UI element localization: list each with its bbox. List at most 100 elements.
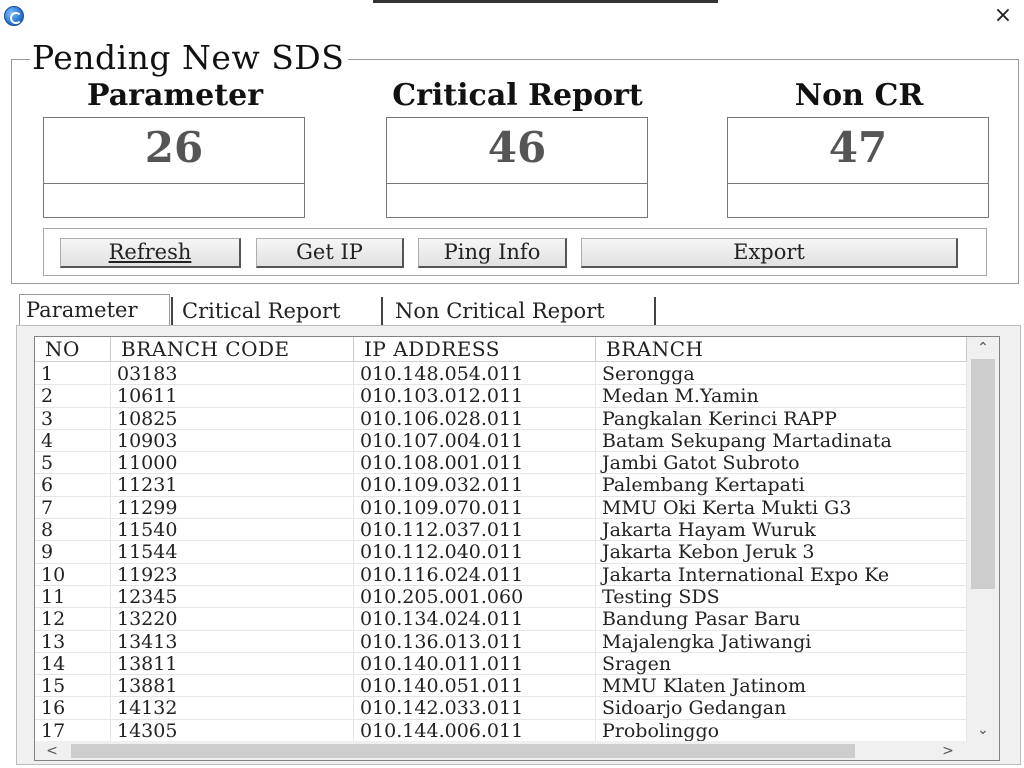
close-button[interactable]: ×: [988, 3, 1018, 29]
row-branch-code-cell: 10825: [111, 407, 354, 430]
row-ip-address-cell: 010.103.012.011: [354, 385, 596, 408]
stat-value-parameter: 26: [144, 123, 204, 172]
refresh-button-label: Refresh: [108, 240, 192, 264]
branch-data-grid[interactable]: NO BRANCH CODE IP ADDRESS BRANCH 1 03183 0…: [34, 336, 1000, 761]
row-branch-code-cell: 14132: [111, 697, 354, 720]
row-branch-code-cell: 11544: [111, 541, 354, 564]
title-bar: ×: [0, 0, 1024, 32]
row-ip-address-cell: 010.136.013.011: [354, 630, 596, 653]
row-ip-address-cell: 010.148.054.011: [354, 363, 596, 385]
table-row[interactable]: 1 03183 010.148.054.011 Serongga: [35, 363, 967, 386]
stat-value-critical-report: 46: [487, 123, 547, 172]
table-row[interactable]: 14 13811 010.140.011.011 Sragen: [35, 652, 967, 676]
row-branch-code-cell: 13413: [111, 630, 354, 653]
row-no-cell: 16: [35, 697, 111, 720]
row-ip-address-cell: 010.106.028.011: [354, 407, 596, 430]
table-row[interactable]: 4 10903 010.107.004.011 Batam Sekupang Mart…: [35, 429, 967, 453]
table-row[interactable]: 8 11540 010.112.037.011 Jakarta Hayam Wuruk: [35, 519, 967, 542]
stat-label-critical-report: Critical Report: [392, 78, 643, 113]
table-row[interactable]: 6 11231 010.109.032.011 Palembang Kertapati: [35, 474, 967, 497]
tab-non-critical-report[interactable]: Non Critical Report: [389, 296, 653, 326]
stat-value-non-cr: 47: [828, 123, 888, 172]
table-row[interactable]: 2 10611 010.103.012.011 Medan M.Yamin: [35, 385, 967, 408]
row-ip-address-cell: 010.134.024.011: [354, 608, 596, 631]
table-row[interactable]: 12 13220 010.134.024.011 Bandung Pasar Baru: [35, 608, 967, 631]
row-no-cell: 8: [35, 519, 111, 542]
table-row[interactable]: 16 14132 010.142.033.011 Sidoarjo Gedangan: [35, 697, 967, 720]
title-accent-bar: [373, 0, 718, 3]
row-branch-code-cell: 14305: [111, 719, 354, 742]
horizontal-scrollbar[interactable]: < >: [35, 741, 967, 760]
scroll-left-arrow-icon[interactable]: <: [37, 741, 67, 760]
row-branch-code-cell: 11540: [111, 519, 354, 542]
table-row[interactable]: 9 11544 010.112.040.011 Jakarta Kebon Jeruk…: [35, 541, 967, 564]
vertical-scrollbar[interactable]: ⌃ ⌄: [967, 337, 999, 741]
row-no-cell: 14: [35, 652, 111, 675]
get-ip-button[interactable]: Get IP: [256, 238, 404, 268]
table-row[interactable]: 15 13881 010.140.051.011 MMU Klaten Jatinom: [35, 675, 967, 698]
column-header-branch[interactable]: BRANCH: [596, 337, 967, 362]
row-ip-address-cell: 010.107.004.011: [354, 429, 596, 452]
tab-critical-report[interactable]: Critical Report: [176, 296, 380, 326]
stat-divider: [728, 183, 988, 184]
row-no-cell: 1: [35, 363, 111, 385]
stat-label-parameter: Parameter: [86, 78, 263, 113]
table-row[interactable]: 17 14305 010.144.006.011 Probolinggo: [35, 719, 967, 743]
tab-separator: [171, 297, 173, 325]
scroll-up-arrow-icon[interactable]: ⌃: [967, 337, 999, 359]
row-no-cell: 15: [35, 675, 111, 698]
row-branch-cell: Sragen: [596, 652, 967, 675]
stat-box-parameter: 26: [43, 117, 305, 218]
row-no-cell: 12: [35, 608, 111, 631]
scroll-right-arrow-icon[interactable]: >: [933, 741, 963, 760]
stat-label-non-cr: Non CR: [794, 78, 924, 113]
row-branch-code-cell: 13811: [111, 652, 354, 675]
refresh-button[interactable]: Refresh: [60, 238, 241, 268]
row-branch-code-cell: 13220: [111, 608, 354, 631]
row-branch-code-cell: 03183: [111, 363, 354, 385]
table-row[interactable]: 13 13413 010.136.013.011 Majalengka Jatiwan…: [35, 630, 967, 653]
tab-parameter[interactable]: Parameter: [19, 294, 170, 326]
row-branch-code-cell: 10903: [111, 429, 354, 452]
row-branch-cell: Majalengka Jatiwangi: [596, 630, 967, 653]
row-ip-address-cell: 010.144.006.011: [354, 719, 596, 742]
ping-info-button[interactable]: Ping Info: [418, 238, 567, 268]
table-row[interactable]: 10 11923 010.116.024.011 Jakarta Internatio…: [35, 563, 967, 586]
row-ip-address-cell: 010.140.011.011: [354, 652, 596, 675]
row-no-cell: 4: [35, 429, 111, 452]
vertical-scroll-thumb[interactable]: [971, 359, 995, 589]
row-branch-cell: Jambi Gatot Subroto: [596, 452, 967, 475]
table-row[interactable]: 3 10825 010.106.028.011 Pangkalan Kerinci R…: [35, 407, 967, 430]
stat-divider: [387, 183, 647, 184]
app-icon: [4, 6, 24, 26]
row-no-cell: 3: [35, 407, 111, 430]
row-ip-address-cell: 010.109.032.011: [354, 474, 596, 497]
export-button[interactable]: Export: [581, 238, 958, 268]
tab-separator: [381, 297, 383, 325]
column-header-ip-address[interactable]: IP ADDRESS: [354, 337, 596, 362]
row-branch-cell: Palembang Kertapati: [596, 474, 967, 497]
table-row[interactable]: 11 12345 010.205.001.060 Testing SDS: [35, 585, 967, 609]
column-header-no[interactable]: NO: [35, 337, 111, 362]
row-ip-address-cell: 010.142.033.011: [354, 697, 596, 720]
stat-box-critical-report: 46: [386, 117, 648, 218]
row-ip-address-cell: 010.109.070.011: [354, 496, 596, 519]
row-ip-address-cell: 010.205.001.060: [354, 585, 596, 608]
row-no-cell: 17: [35, 719, 111, 742]
horizontal-scroll-thumb[interactable]: [71, 744, 855, 758]
row-ip-address-cell: 010.112.037.011: [354, 519, 596, 542]
table-row[interactable]: 7 11299 010.109.070.011 MMU Oki Kerta Mukti…: [35, 496, 967, 520]
row-branch-code-cell: 12345: [111, 585, 354, 608]
row-no-cell: 11: [35, 585, 111, 608]
row-ip-address-cell: 010.116.024.011: [354, 563, 596, 586]
row-branch-cell: Testing SDS: [596, 585, 967, 608]
column-header-branch-code[interactable]: BRANCH CODE: [111, 337, 354, 362]
row-no-cell: 10: [35, 563, 111, 586]
row-branch-cell: MMU Klaten Jatinom: [596, 675, 967, 698]
table-row[interactable]: 5 11000 010.108.001.011 Jambi Gatot Subroto: [35, 452, 967, 475]
row-branch-code-cell: 11000: [111, 452, 354, 475]
row-branch-cell: MMU Oki Kerta Mukti G3: [596, 496, 967, 519]
scroll-down-arrow-icon[interactable]: ⌄: [967, 719, 999, 741]
row-no-cell: 7: [35, 496, 111, 519]
grid-rows: 1 03183 010.148.054.011 Serongga 2 10611 010.1…: [35, 363, 967, 743]
